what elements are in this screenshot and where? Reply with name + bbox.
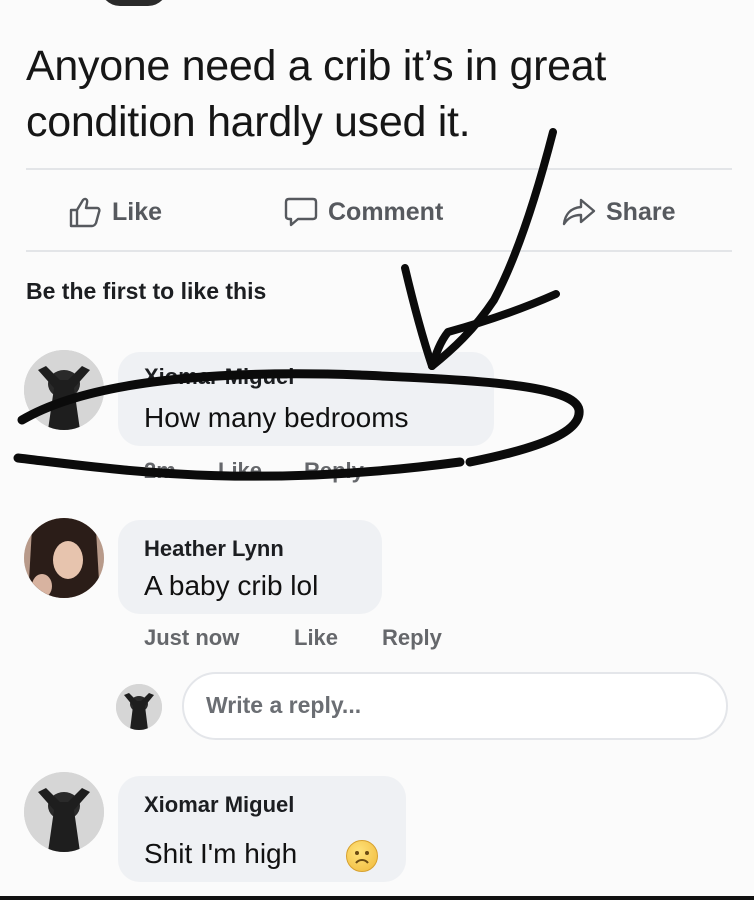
share-button[interactable]: Share — [562, 190, 675, 234]
like-label: Like — [112, 197, 163, 226]
thumbs-up-icon — [68, 196, 102, 228]
comment-label: Comment — [328, 197, 444, 226]
comment-text: Shit I'm high — [144, 838, 298, 869]
comment-author[interactable]: Heather Lynn — [144, 536, 284, 562]
comment-button[interactable]: Comment — [284, 190, 443, 234]
like-button[interactable]: Like — [68, 190, 162, 234]
divider-bottom — [26, 250, 732, 252]
speech-bubble-icon — [284, 196, 318, 228]
comment-reply-link[interactable]: Reply — [304, 458, 364, 484]
divider-top — [26, 168, 732, 170]
comment-text: A baby crib lol — [144, 570, 319, 601]
reply-input[interactable]: Write a reply... — [182, 672, 728, 740]
share-arrow-icon — [562, 196, 596, 228]
reply-placeholder: Write a reply... — [206, 692, 362, 718]
comment-text: How many bedrooms — [144, 402, 409, 433]
bottom-border — [0, 896, 754, 900]
sad-face-emoji-icon — [346, 840, 378, 872]
avatar — [116, 684, 162, 730]
reaction-summary: Be the first to like this — [26, 278, 267, 304]
post-author-avatar-partial — [100, 0, 168, 6]
post-text: Anyone need a crib it’s in great conditi… — [26, 42, 607, 146]
comment-author[interactable]: Xiomar Miguel — [144, 364, 294, 390]
share-label: Share — [606, 197, 676, 226]
comment-like-link[interactable]: Like — [218, 458, 262, 484]
comment-reply-link[interactable]: Reply — [382, 625, 442, 651]
comment-author[interactable]: Xiomar Miguel — [144, 792, 294, 818]
comment-like-link[interactable]: Like — [294, 625, 338, 651]
avatar[interactable] — [24, 518, 104, 598]
comment-time: Just now — [144, 625, 240, 650]
comment-time: 2m — [144, 458, 176, 483]
avatar[interactable] — [24, 350, 104, 430]
avatar[interactable] — [24, 772, 104, 852]
